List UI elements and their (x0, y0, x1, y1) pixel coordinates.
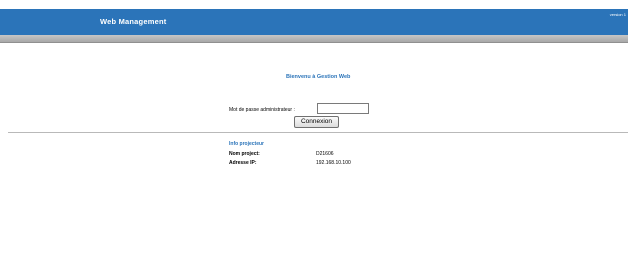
welcome-heading: Bienvenu à Gestion Web (286, 74, 351, 80)
ip-address-value: 192.168.10.100 (316, 160, 351, 166)
divider (8, 132, 628, 133)
project-name-value: D21606 (316, 151, 334, 157)
login-button[interactable]: Connexion (294, 116, 339, 128)
header-sub-bar (0, 35, 628, 43)
password-label: Mot de passe administrateur : (229, 107, 295, 113)
ip-address-label: Adresse IP: (229, 160, 257, 166)
header-bar: Web Management version 1 (0, 9, 628, 35)
app-title: Web Management (100, 17, 167, 26)
password-field[interactable] (317, 103, 369, 114)
version-label: version 1 (609, 12, 626, 17)
projector-info-title: Info projecteur (229, 141, 265, 147)
project-name-label: Nom project: (229, 151, 260, 157)
